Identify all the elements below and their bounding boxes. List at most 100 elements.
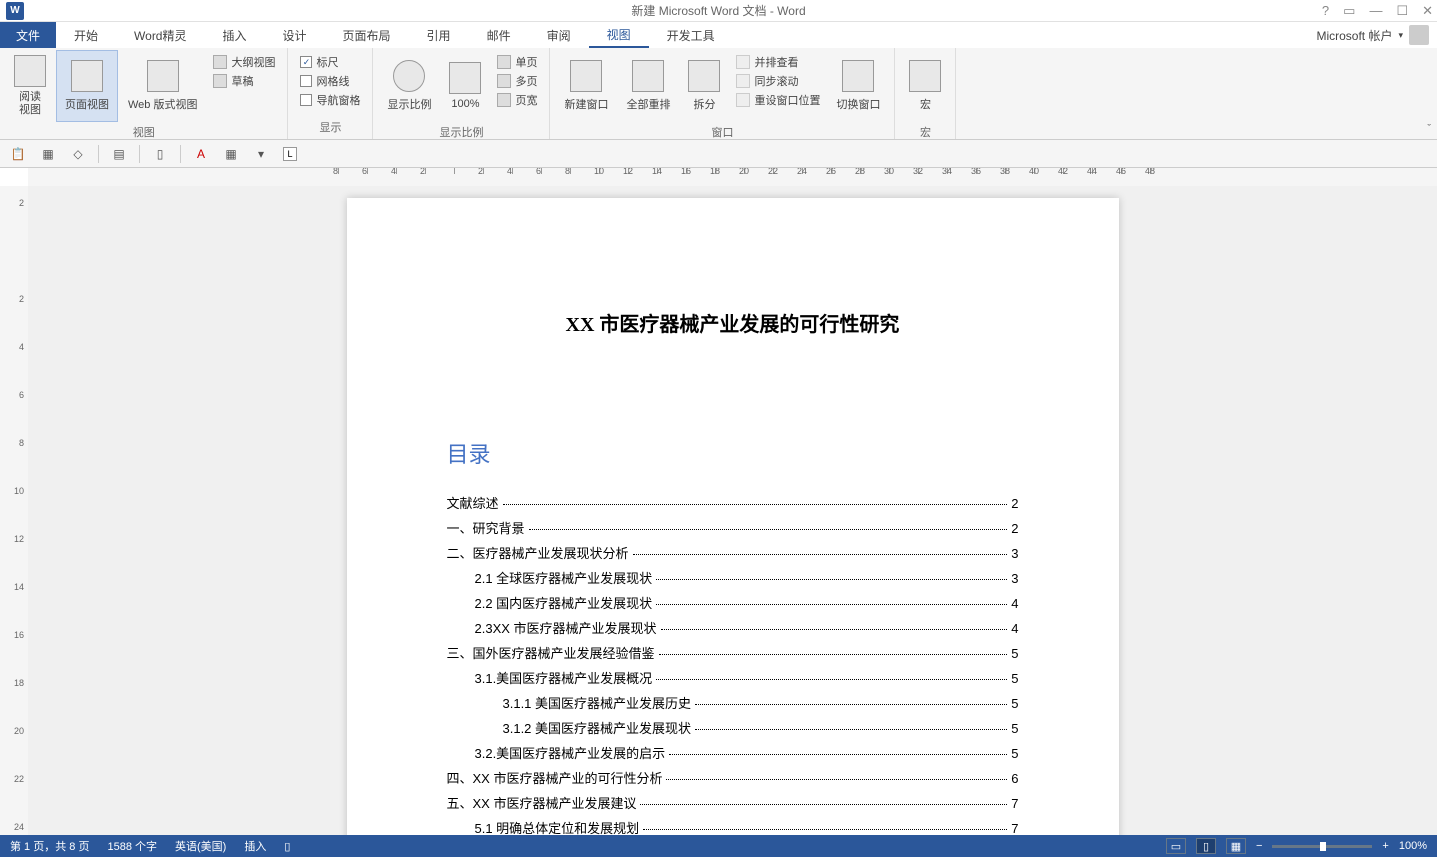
- tab-6[interactable]: 邮件: [469, 22, 529, 48]
- toc-page: 3: [1011, 571, 1018, 586]
- web-layout-icon[interactable]: ▦: [1226, 838, 1246, 854]
- toc-page: 7: [1011, 796, 1018, 811]
- macros-button[interactable]: 宏: [901, 50, 949, 122]
- toc-entry[interactable]: 2.1 全球医疗器械产业发展现状3: [447, 568, 1019, 587]
- multi-page-button[interactable]: 多页: [497, 73, 537, 89]
- zoom-icon: [393, 60, 425, 92]
- qat-indent-icon[interactable]: ▤: [109, 144, 129, 164]
- ruler-v-tick: 20: [10, 726, 24, 736]
- toc-entry[interactable]: 一、研究背景2: [447, 518, 1019, 537]
- avatar-icon[interactable]: [1409, 25, 1429, 45]
- arrange-all-button[interactable]: 全部重排: [618, 50, 678, 122]
- close-icon[interactable]: ✕: [1422, 3, 1433, 19]
- tab-marker[interactable]: L: [283, 147, 297, 161]
- gridlines-checkbox[interactable]: 网格线: [300, 73, 360, 89]
- ruler-v-tick: 12: [10, 534, 24, 544]
- web-view-button[interactable]: Web 版式视图: [120, 50, 205, 122]
- toc-entry[interactable]: 四、XX 市医疗器械产业的可行性分析6: [447, 768, 1019, 787]
- status-page[interactable]: 第 1 页，共 8 页: [10, 838, 89, 854]
- status-language[interactable]: 英语(美国): [175, 838, 226, 854]
- macros-group-label: 宏: [901, 122, 949, 142]
- multipage-icon: [497, 74, 511, 88]
- newwin-icon: [570, 60, 602, 92]
- tab-2[interactable]: 插入: [205, 22, 265, 48]
- qat-paste-icon[interactable]: 📋: [8, 144, 28, 164]
- qat-shape-icon[interactable]: ◇: [68, 144, 88, 164]
- tab-3[interactable]: 设计: [265, 22, 325, 48]
- split-icon: [688, 60, 720, 92]
- toc-entry[interactable]: 三、国外医疗器械产业发展经验借鉴5: [447, 643, 1019, 662]
- toc-entry[interactable]: 五、XX 市医疗器械产业发展建议7: [447, 793, 1019, 812]
- help-icon[interactable]: ?: [1322, 3, 1329, 19]
- qat-table-icon[interactable]: ▦: [38, 144, 58, 164]
- read-mode-icon[interactable]: ▭: [1166, 838, 1186, 854]
- zoom-button[interactable]: 显示比例: [379, 50, 439, 122]
- qat-font-color-icon[interactable]: A: [191, 144, 211, 164]
- document-title[interactable]: XX 市医疗器械产业发展的可行性研究: [447, 308, 1019, 337]
- ribbon-display-icon[interactable]: ▭: [1343, 3, 1355, 19]
- split-button[interactable]: 拆分: [680, 50, 728, 122]
- vertical-ruler[interactable]: 224681012141618202224: [0, 186, 28, 835]
- ruler-v-tick: 18: [10, 678, 24, 688]
- toc-entry[interactable]: 2.3XX 市医疗器械产业发展现状4: [447, 618, 1019, 637]
- toc-page: 2: [1011, 496, 1018, 511]
- navpane-checkbox[interactable]: 导航窗格: [300, 92, 360, 108]
- horizontal-ruler[interactable]: 8642246810121416182022242628303234363840…: [28, 168, 1437, 186]
- zoom-thumb[interactable]: [1320, 842, 1326, 851]
- toc-entry[interactable]: 3.1.美国医疗器械产业发展概况5: [447, 668, 1019, 687]
- qat-border-icon[interactable]: ▦: [221, 144, 241, 164]
- status-mode[interactable]: 插入: [244, 838, 266, 854]
- one-page-button[interactable]: 单页: [497, 54, 537, 70]
- tab-9[interactable]: 开发工具: [649, 22, 733, 48]
- toc-entry[interactable]: 3.2.美国医疗器械产业发展的启示5: [447, 743, 1019, 762]
- outline-view-button[interactable]: 大纲视图: [213, 54, 275, 70]
- ruler-checkbox[interactable]: 标尺: [300, 54, 360, 70]
- ribbon-group-zoom: 显示比例 100% 单页 多页 页宽 显示比例: [373, 48, 550, 139]
- pagewidth-icon: [497, 93, 511, 107]
- ruler-v-tick: 6: [10, 390, 24, 400]
- toc-entry[interactable]: 2.2 国内医疗器械产业发展现状4: [447, 593, 1019, 612]
- tab-4[interactable]: 页面布局: [325, 22, 409, 48]
- status-words[interactable]: 1588 个字: [107, 838, 157, 854]
- hundred-percent-button[interactable]: 100%: [441, 50, 489, 122]
- zoom-level[interactable]: 100%: [1399, 840, 1427, 852]
- minimize-icon[interactable]: —: [1369, 3, 1382, 19]
- file-tab[interactable]: 文件: [0, 22, 56, 48]
- toc-entry[interactable]: 5.1 明确总体定位和发展规划7: [447, 818, 1019, 835]
- page-width-button[interactable]: 页宽: [497, 92, 537, 108]
- switch-window-button[interactable]: 切换窗口: [828, 50, 888, 122]
- tab-5[interactable]: 引用: [409, 22, 469, 48]
- zoom-in-icon[interactable]: +: [1382, 840, 1388, 852]
- qat-dropdown-icon[interactable]: ▾: [251, 144, 271, 164]
- toc-entry[interactable]: 3.1.1 美国医疗器械产业发展历史5: [447, 693, 1019, 712]
- account-dropdown-icon[interactable]: ▾: [1398, 30, 1403, 41]
- page-view-button[interactable]: 页面视图: [56, 50, 118, 122]
- document-scroll[interactable]: XX 市医疗器械产业发展的可行性研究 目录 文献综述2一、研究背景2二、医疗器械…: [28, 186, 1437, 835]
- tab-1[interactable]: Word精灵: [116, 22, 204, 48]
- zoom-slider[interactable]: [1272, 845, 1372, 848]
- collapse-ribbon-icon[interactable]: ˇ: [1427, 123, 1431, 135]
- toc-entry[interactable]: 二、医疗器械产业发展现状分析3: [447, 543, 1019, 562]
- toc-entry[interactable]: 文献综述2: [447, 493, 1019, 512]
- maximize-icon[interactable]: ☐: [1396, 3, 1408, 19]
- macros-icon: [909, 60, 941, 92]
- new-window-button[interactable]: 新建窗口: [556, 50, 616, 122]
- draft-view-button[interactable]: 草稿: [213, 73, 275, 89]
- macro-record-icon[interactable]: ▯: [284, 840, 290, 853]
- toc-text: 一、研究背景: [447, 518, 525, 537]
- account-area[interactable]: Microsoft 帐户 ▾: [1316, 25, 1429, 45]
- toc-page: 5: [1011, 646, 1018, 661]
- toc-text: 四、XX 市医疗器械产业的可行性分析: [447, 768, 663, 787]
- print-layout-icon[interactable]: ▯: [1196, 838, 1216, 854]
- toc-heading[interactable]: 目录: [447, 437, 1019, 469]
- document-page[interactable]: XX 市医疗器械产业发展的可行性研究 目录 文献综述2一、研究背景2二、医疗器械…: [347, 198, 1119, 835]
- toc-entry[interactable]: 3.1.2 美国医疗器械产业发展现状5: [447, 718, 1019, 737]
- read-view-button[interactable]: 阅读 视图: [6, 50, 54, 122]
- tab-7[interactable]: 审阅: [529, 22, 589, 48]
- tab-0[interactable]: 开始: [56, 22, 116, 48]
- tab-8[interactable]: 视图: [589, 22, 649, 48]
- toc-leader: [695, 704, 1007, 705]
- zoom-out-icon[interactable]: −: [1256, 840, 1262, 852]
- qat-page-icon[interactable]: ▯: [150, 144, 170, 164]
- ruler-v-tick: 14: [10, 582, 24, 592]
